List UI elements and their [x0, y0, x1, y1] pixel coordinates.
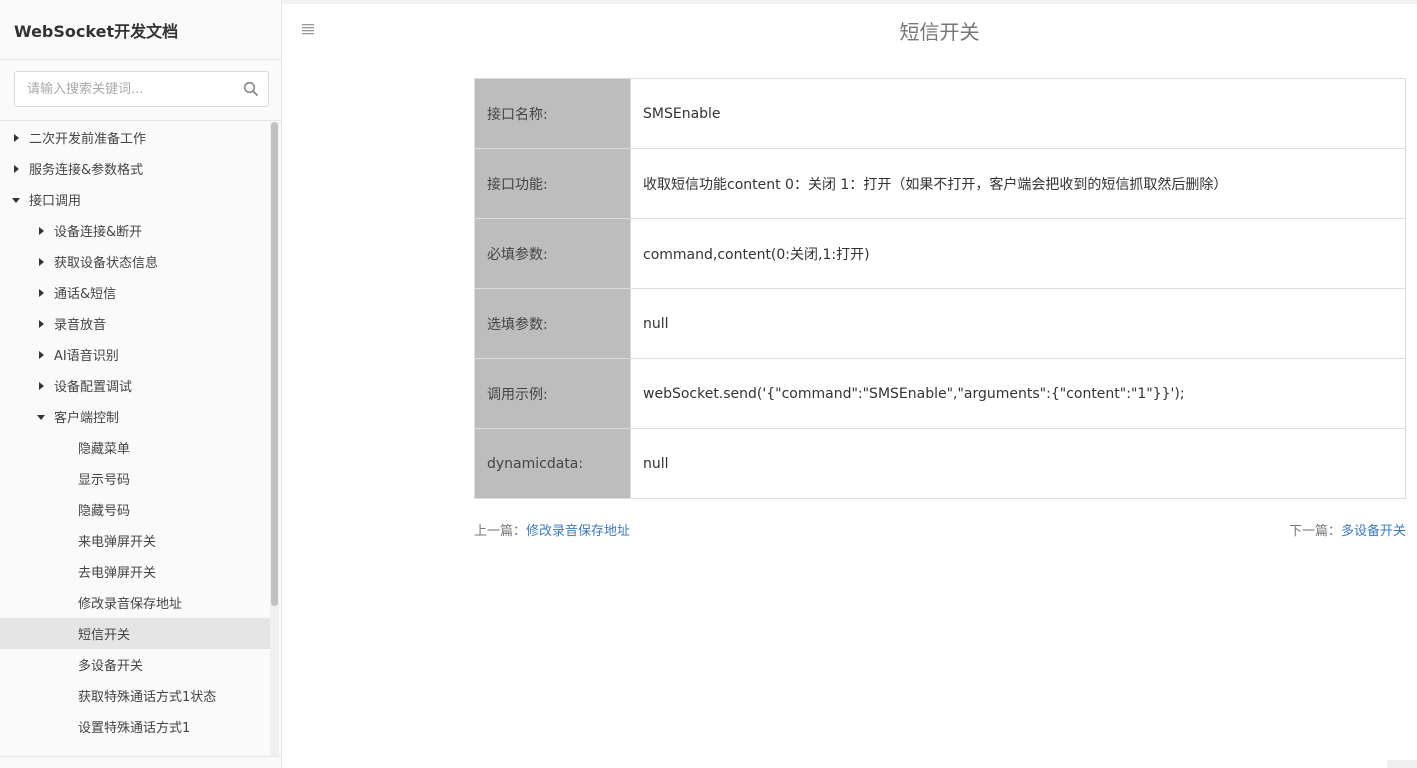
sidebar-item-label: 获取特殊通话方式1状态	[78, 690, 217, 705]
sidebar-item-label: 去电弹屏开关	[78, 566, 157, 581]
next-article: 下一篇：多设备开关	[1289, 520, 1406, 539]
caret-right-icon[interactable]	[9, 131, 23, 145]
search-area	[0, 60, 281, 121]
sidebar-item-label: 设备配置调试	[54, 380, 133, 395]
field-value: null	[630, 288, 1406, 359]
field-value: null	[630, 428, 1406, 499]
field-label: 调用示例:	[474, 358, 631, 429]
sidebar-item[interactable]: 设备配置调试	[0, 370, 270, 401]
sidebar-item[interactable]: 多设备开关	[0, 649, 270, 680]
sidebar-scrollbar[interactable]	[270, 122, 279, 756]
search-box	[14, 71, 269, 107]
sidebar-item[interactable]: 获取设备状态信息	[0, 246, 270, 277]
sidebar-bottom	[0, 756, 281, 768]
sidebar-item-label: 短信开关	[78, 628, 131, 643]
scroll-corner	[1387, 760, 1417, 768]
sidebar-item[interactable]: 获取特殊通话方式1状态	[0, 680, 270, 711]
sidebar-item-label: 显示号码	[78, 473, 131, 488]
api-info-table: 接口名称: SMSEnable 接口功能: 收取短信功能content 0：关闭 1…	[474, 78, 1406, 499]
table-row: 调用示例: webSocket.send('{"command":"SMSEnab…	[474, 358, 1406, 429]
sidebar-item[interactable]: 短信开关	[0, 618, 270, 649]
field-label: dynamicdata:	[474, 428, 631, 499]
sidebar-item[interactable]: 去电弹屏开关	[0, 556, 270, 587]
sidebar-item[interactable]: 录音放音	[0, 308, 270, 339]
sidebar-item-label: 多设备开关	[78, 659, 144, 674]
caret-down-icon[interactable]	[9, 193, 23, 207]
sidebar: WebSocket开发文档 二次开发前准备工作服务连接&参数格式接口调用设备连接…	[0, 0, 282, 768]
sidebar-item-label: 隐藏号码	[78, 504, 131, 519]
pager: 上一篇：修改录音保存地址 下一篇：多设备开关	[474, 520, 1406, 540]
sidebar-item[interactable]: 修改录音保存地址	[0, 587, 270, 618]
sidebar-item[interactable]: 设备连接&断开	[0, 215, 270, 246]
field-label: 接口名称:	[474, 78, 631, 149]
field-value: webSocket.send('{"command":"SMSEnable","…	[630, 358, 1406, 429]
main-content: 短信开关 接口名称: SMSEnable 接口功能: 收取短信功能content 0…	[282, 0, 1417, 768]
sidebar-item-label: 隐藏菜单	[78, 442, 131, 457]
prev-article: 上一篇：修改录音保存地址	[474, 520, 630, 539]
sidebar-item-label: 接口调用	[29, 194, 82, 209]
sidebar-item-label: 录音放音	[54, 318, 107, 333]
page-title: 短信开关	[899, 20, 980, 44]
next-prefix: 下一篇：	[1288, 524, 1341, 539]
field-label: 接口功能:	[474, 148, 631, 219]
table-row: 选填参数: null	[474, 288, 1406, 359]
sidebar-item[interactable]: 通话&短信	[0, 277, 270, 308]
app-window: WebSocket开发文档 二次开发前准备工作服务连接&参数格式接口调用设备连接…	[0, 0, 1417, 768]
sidebar-item-label: 来电弹屏开关	[78, 535, 157, 550]
sidebar-title: WebSocket开发文档	[0, 0, 281, 60]
sidebar-item-label: 通话&短信	[54, 287, 117, 302]
next-article-link[interactable]: 多设备开关	[1341, 524, 1406, 539]
field-value: command,content(0:关闭,1:打开)	[630, 218, 1406, 289]
scrollbar-thumb[interactable]	[271, 122, 278, 606]
field-value: 收取短信功能content 0：关闭 1：打开（如果不打开，客户端会把收到的短信…	[630, 148, 1406, 219]
sidebar-item[interactable]: 隐藏号码	[0, 494, 270, 525]
sidebar-item-label: 二次开发前准备工作	[29, 132, 147, 147]
caret-right-icon[interactable]	[34, 286, 48, 300]
search-input[interactable]	[15, 72, 268, 106]
table-row: dynamicdata: null	[474, 428, 1406, 499]
sidebar-item[interactable]: 二次开发前准备工作	[0, 122, 270, 153]
sidebar-item-label: 修改录音保存地址	[78, 597, 183, 612]
sidebar-item-label: 客户端控制	[54, 411, 120, 426]
table-row: 接口功能: 收取短信功能content 0：关闭 1：打开（如果不打开，客户端会…	[474, 148, 1406, 219]
caret-right-icon[interactable]	[9, 162, 23, 176]
sidebar-item[interactable]: 接口调用	[0, 184, 270, 215]
sidebar-item[interactable]: 显示号码	[0, 463, 270, 494]
sidebar-item-label: 设置特殊通话方式1	[78, 721, 191, 736]
search-icon[interactable]	[243, 81, 259, 97]
sidebar-item[interactable]: 来电弹屏开关	[0, 525, 270, 556]
sidebar-item[interactable]: 服务连接&参数格式	[0, 153, 270, 184]
sidebar-item-label: 设备连接&断开	[54, 225, 143, 240]
sidebar-item[interactable]: AI语音识别	[0, 339, 270, 370]
caret-down-icon[interactable]	[34, 410, 48, 424]
caret-right-icon[interactable]	[34, 348, 48, 362]
prev-article-link[interactable]: 修改录音保存地址	[526, 524, 630, 539]
field-value: SMSEnable	[630, 78, 1406, 149]
sidebar-item-label: AI语音识别	[54, 349, 119, 364]
sidebar-item-label: 获取设备状态信息	[54, 256, 159, 271]
sidebar-item[interactable]: 隐藏菜单	[0, 432, 270, 463]
table-row: 接口名称: SMSEnable	[474, 78, 1406, 149]
sidebar-item[interactable]: 设置特殊通话方式1	[0, 711, 270, 742]
field-label: 选填参数:	[474, 288, 631, 359]
sidebar-item[interactable]: 客户端控制	[0, 401, 270, 432]
caret-right-icon[interactable]	[34, 224, 48, 238]
caret-right-icon[interactable]	[34, 255, 48, 269]
table-row: 必填参数: command,content(0:关闭,1:打开)	[474, 218, 1406, 289]
doc-tree: 二次开发前准备工作 服务连接&参数格式 接口调用设备连接&断开获取设备状态信息 通话&…	[0, 122, 270, 756]
field-label: 必填参数:	[474, 218, 631, 289]
sidebar-item-label: 服务连接&参数格式	[29, 163, 144, 178]
caret-right-icon[interactable]	[34, 317, 48, 331]
caret-right-icon[interactable]	[34, 379, 48, 393]
prev-prefix: 上一篇：	[474, 524, 527, 539]
